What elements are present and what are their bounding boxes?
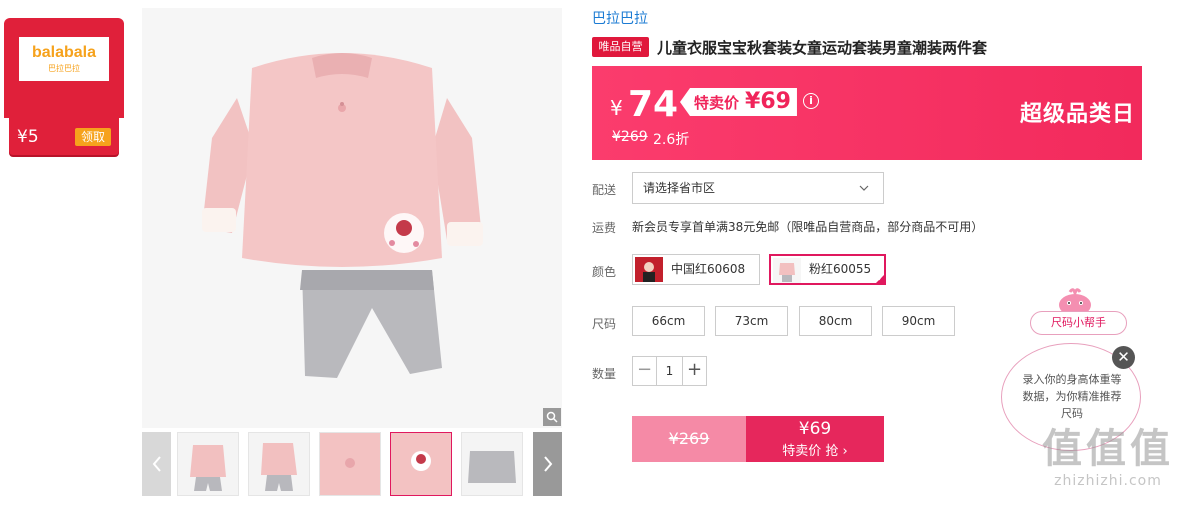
thumb-prev-button[interactable] (142, 432, 171, 496)
brand-link[interactable]: 巴拉巴拉 (592, 8, 648, 28)
watermark-logo: 值值值 (1042, 426, 1174, 472)
size-option-73[interactable]: 73cm (715, 306, 788, 336)
color-swatch-pink (773, 258, 801, 283)
size-label: 尺码 (592, 317, 617, 331)
color-option-label: 中国红60608 (671, 262, 746, 276)
thumbnail-1[interactable] (177, 432, 239, 496)
size-option-90[interactable]: 90cm (882, 306, 955, 336)
color-option-pink[interactable]: 粉红60055 ✓ (769, 254, 886, 285)
buy-action-label: 特卖价 抢 › (782, 444, 848, 459)
product-illustration (202, 53, 483, 378)
close-icon[interactable]: ✕ (1112, 346, 1135, 369)
product-main-image[interactable] (142, 8, 562, 428)
brand-logo: balabala 巴拉巴拉 (19, 37, 109, 81)
brand-logo-text: balabala (31, 44, 97, 61)
info-icon[interactable]: i (803, 93, 819, 109)
delivery-label: 配送 (592, 183, 617, 197)
chevron-right-icon (543, 456, 552, 472)
thumbnail-strip (142, 432, 562, 496)
quantity-increase-button[interactable]: + (682, 357, 706, 385)
quantity-stepper: − 1 + (632, 356, 707, 386)
coupon-amount: ¥5 (17, 127, 39, 147)
quantity-input[interactable]: 1 (657, 357, 682, 385)
color-option-red[interactable]: 中国红60608 (632, 254, 760, 285)
event-label: 超级品类日 (1020, 102, 1136, 127)
color-label: 颜色 (592, 265, 617, 279)
zoom-icon[interactable] (543, 408, 561, 426)
price-panel: ¥ 74 特卖价 ¥69 i ¥269 2.6折 超级品类日 (592, 66, 1142, 160)
quantity-decrease-button[interactable]: − (633, 357, 657, 385)
product-title: 儿童衣服宝宝秋套装女童运动套装男童潮装两件套 (657, 39, 988, 57)
coupon-header: balabala 巴拉巴拉 (4, 18, 124, 118)
shipping-note: 新会员专享首单满38元免邮（限唯品自营商品，部分商品不可用） (632, 220, 984, 234)
quantity-label: 数量 (592, 367, 617, 381)
thumbnail-2[interactable] (248, 432, 310, 496)
thumb-next-button[interactable] (533, 432, 562, 496)
thumbnail-5[interactable] (461, 432, 523, 496)
currency-symbol: ¥ (610, 96, 623, 120)
watermark-url: zhizhizhi.com (1054, 473, 1162, 489)
chevron-down-icon (859, 185, 869, 191)
checkmark-icon: ✓ (877, 274, 884, 283)
size-option-80[interactable]: 80cm (799, 306, 872, 336)
original-price-button[interactable]: ¥269 (632, 416, 746, 462)
thumbnail-3[interactable] (319, 432, 381, 496)
region-select[interactable]: 请选择省市区 (632, 172, 884, 204)
thumbnail-4[interactable] (390, 432, 452, 496)
region-select-value: 请选择省市区 (643, 181, 716, 195)
brand-logo-subtext: 巴拉巴拉 (48, 64, 80, 73)
size-option-66[interactable]: 66cm (632, 306, 705, 336)
current-price: 74 (628, 84, 679, 125)
size-helper-title[interactable]: 尺码小帮手 (1030, 311, 1127, 335)
color-option-label: 粉红60055 (809, 262, 872, 276)
special-price-label: 特卖价 (694, 94, 740, 112)
watermark: 值值值 zhizhizhi.com (1038, 425, 1178, 489)
buy-now-button[interactable]: ¥69 特卖价 抢 › (746, 416, 884, 462)
buy-price: ¥69 (798, 419, 832, 439)
special-price-badge: 特卖价 ¥69 (680, 88, 797, 116)
special-price-amount: ¥69 (745, 89, 791, 114)
brand-coupon[interactable]: balabala 巴拉巴拉 ¥5 领取 (4, 18, 124, 155)
claim-coupon-button[interactable]: 领取 (75, 128, 111, 146)
size-helper-text: 录入你的身高体重等数据，为你精准推荐尺码 (1022, 373, 1122, 420)
original-price: ¥269 (612, 129, 648, 145)
coupon-footer: ¥5 领取 (9, 118, 119, 155)
discount-rate: 2.6折 (653, 132, 690, 148)
shipping-label: 运费 (592, 221, 617, 235)
chevron-left-icon (152, 456, 161, 472)
color-swatch-red (635, 257, 663, 282)
vip-self-operated-tag: 唯品自营 (592, 37, 649, 57)
